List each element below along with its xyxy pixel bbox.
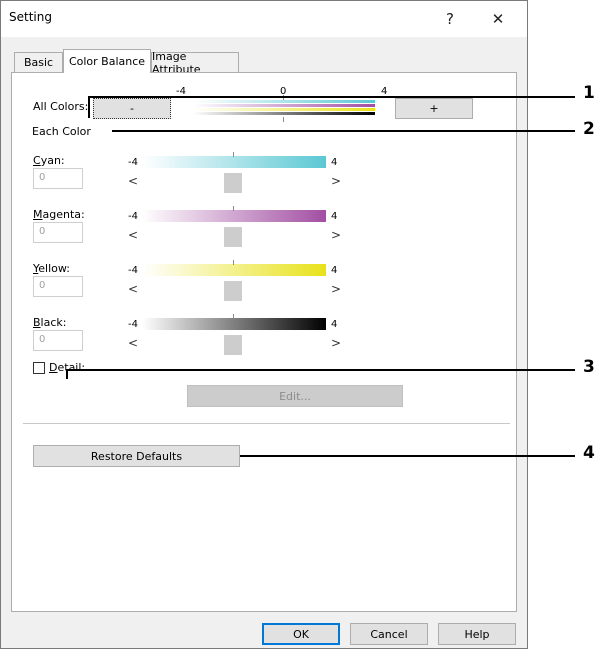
magenta-gradient (142, 210, 326, 222)
black-min-label: -4 (128, 319, 138, 330)
cyan-value-field[interactable]: 0 (33, 168, 83, 189)
edit-button[interactable]: Edit... (187, 385, 403, 407)
magenta-center-tick (233, 206, 234, 211)
color-balance-page (11, 72, 517, 612)
callout-3-number: 3 (583, 357, 595, 377)
black-gradient (142, 318, 326, 330)
callout-2-number: 2 (583, 119, 595, 139)
cyan-gradient (142, 156, 326, 168)
yellow-value-field[interactable]: 0 (33, 276, 83, 297)
black-value-field[interactable]: 0 (33, 330, 83, 351)
cyan-increase-arrow[interactable]: > (331, 174, 341, 188)
callout-1-number: 1 (583, 83, 595, 103)
yellow-slider-thumb[interactable] (224, 281, 242, 301)
tab-basic[interactable]: Basic (14, 52, 63, 72)
yellow-decrease-arrow[interactable]: < (128, 282, 138, 296)
yellow-gradient (142, 264, 326, 276)
magenta-max-label: 4 (331, 211, 338, 222)
yellow-label: Yellow: (33, 262, 70, 275)
each-color-label: Each Color (32, 125, 91, 138)
minus-label: - (130, 102, 134, 115)
callout-3-line (66, 369, 575, 371)
callout-4-number: 4 (583, 443, 595, 463)
help-icon[interactable]: ? (432, 5, 468, 33)
yellow-center-tick (233, 260, 234, 265)
all-colors-plus-button[interactable]: + (395, 98, 473, 119)
callout-1-leader (88, 96, 90, 118)
cyan-slider-thumb[interactable] (224, 173, 242, 193)
black-center-tick (233, 314, 234, 319)
cancel-button[interactable]: Cancel (350, 623, 428, 645)
black-max-label: 4 (331, 319, 338, 330)
cyan-center-tick (233, 152, 234, 157)
all-colors-label: All Colors: (33, 100, 89, 113)
callout-1-line (88, 96, 575, 98)
cyan-max-label: 4 (331, 157, 338, 168)
cyan-min-label: -4 (128, 157, 138, 168)
divider (23, 423, 510, 424)
black-decrease-arrow[interactable]: < (128, 336, 138, 350)
cyan-decrease-arrow[interactable]: < (128, 174, 138, 188)
black-label: Black: (33, 316, 67, 329)
magenta-slider-thumb[interactable] (224, 227, 242, 247)
callout-3-leader (66, 369, 68, 379)
yellow-max-label: 4 (331, 265, 338, 276)
magenta-min-label: -4 (128, 211, 138, 222)
window-title: Setting (9, 10, 52, 24)
all-colors-gradient (193, 100, 375, 116)
tab-color-balance[interactable]: Color Balance (63, 49, 151, 73)
black-increase-arrow[interactable]: > (331, 336, 341, 350)
magenta-label: Magenta: (33, 208, 85, 221)
yellow-min-label: -4 (128, 265, 138, 276)
restore-defaults-button[interactable]: Restore Defaults (33, 445, 240, 467)
callout-2-line (112, 130, 575, 132)
magenta-value-field[interactable]: 0 (33, 222, 83, 243)
close-icon[interactable]: ✕ (480, 5, 516, 33)
cyan-label: Cyan: (33, 154, 65, 167)
black-slider-thumb[interactable] (224, 335, 242, 355)
ok-button[interactable]: OK (262, 623, 340, 645)
detail-checkbox[interactable] (33, 362, 45, 374)
magenta-decrease-arrow[interactable]: < (128, 228, 138, 242)
magenta-increase-arrow[interactable]: > (331, 228, 341, 242)
callout-4-line (240, 455, 575, 457)
yellow-increase-arrow[interactable]: > (331, 282, 341, 296)
all-colors-minus-button[interactable]: - (93, 98, 171, 119)
help-button[interactable]: Help (438, 623, 516, 645)
tab-image-attribute[interactable]: Image Attribute (151, 50, 239, 76)
all-colors-center-tick-bottom (283, 117, 284, 122)
